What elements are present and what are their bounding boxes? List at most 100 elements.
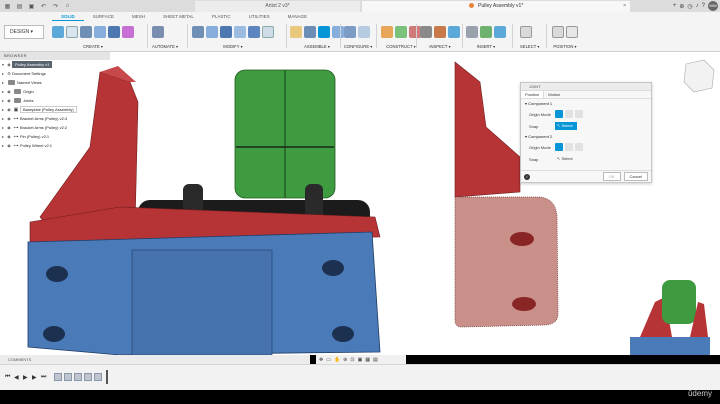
new-component-assemble-icon[interactable] xyxy=(290,26,302,38)
sketch-icon[interactable] xyxy=(66,26,78,38)
orbit-icon[interactable]: ✥ xyxy=(319,357,323,363)
browser-item-pin[interactable]: ▸ ◉ ⊶ Pin (Pulley) v2:1 xyxy=(0,132,110,141)
construct-menu[interactable]: CONSTRUCT ▾ xyxy=(381,44,421,49)
simple-origin-icon[interactable] xyxy=(555,110,563,118)
shell-icon[interactable] xyxy=(234,26,246,38)
ok-button[interactable]: OK xyxy=(602,172,621,181)
tab-surface[interactable]: SURFACE xyxy=(84,13,123,21)
fillet-icon[interactable] xyxy=(206,26,218,38)
timeline-feature[interactable] xyxy=(84,373,92,381)
browser-item-bracket-arms-4[interactable]: ▸ ◉ ⊶ Bracket Arms (Pulley) v2:4 xyxy=(0,114,110,123)
extensions-icon[interactable]: ⊕ xyxy=(679,3,684,10)
go-to-start-icon[interactable]: ⏮ xyxy=(5,374,10,381)
simple-origin-icon[interactable] xyxy=(555,143,563,151)
capture-position-icon[interactable] xyxy=(552,26,564,38)
browser-item-document-settings[interactable]: ▸ ⚙ Document Settings xyxy=(0,69,110,78)
browser-item-named-views[interactable]: ▸ Named Views xyxy=(0,78,110,87)
configure-rule-icon[interactable] xyxy=(358,26,370,38)
select-menu[interactable]: SELECT ▾ xyxy=(520,44,539,49)
two-edge-intersection-icon[interactable] xyxy=(575,110,583,118)
tab-utilities[interactable]: UTILITIES xyxy=(240,13,279,21)
tab-manage[interactable]: MANAGE xyxy=(279,13,317,21)
new-tab-icon[interactable]: + xyxy=(673,3,677,9)
joint-icon[interactable] xyxy=(304,26,316,38)
revolve-icon[interactable] xyxy=(94,26,106,38)
document-tab-active[interactable]: Pulley Assembly v1* × xyxy=(362,1,630,12)
info-icon[interactable]: i xyxy=(524,174,530,180)
automate-menu[interactable]: AUTOMATE ▾ xyxy=(152,44,178,49)
grid-icon[interactable]: ▦ xyxy=(365,357,370,363)
component2-section-header[interactable]: ▾ Component 2 xyxy=(521,132,651,141)
go-to-end-icon[interactable]: ⏭ xyxy=(41,374,46,381)
tab-sheet-metal[interactable]: SHEET METAL xyxy=(154,13,203,21)
file-icon[interactable]: ▤ xyxy=(15,2,24,11)
home-icon[interactable]: ⌂ xyxy=(63,2,72,11)
browser-item-pulley-wheel[interactable]: ▸ ◉ ⊶ Pulley Wheel v2:1 xyxy=(0,141,110,150)
visibility-icon[interactable]: ◉ xyxy=(6,125,12,130)
workspace-switcher[interactable]: DESIGN ▾ xyxy=(4,25,44,39)
configure-menu[interactable]: CONFIGURE ▾ xyxy=(344,44,372,49)
assemble-menu[interactable]: ASSEMBLE ▾ xyxy=(290,44,344,49)
select-cursor-icon[interactable] xyxy=(520,26,532,38)
tab-plastic[interactable]: PLASTIC xyxy=(203,13,240,21)
between-two-faces-icon[interactable] xyxy=(565,110,573,118)
cancel-button[interactable]: Cancel xyxy=(623,172,648,181)
timeline-feature[interactable] xyxy=(74,373,82,381)
timeline-feature[interactable] xyxy=(64,373,72,381)
inspect-menu[interactable]: INSPECT ▾ xyxy=(420,44,460,49)
revert-position-icon[interactable] xyxy=(566,26,578,38)
step-forward-icon[interactable]: ▶ xyxy=(32,374,37,381)
visibility-icon[interactable]: ◉ xyxy=(6,89,12,94)
form-icon[interactable] xyxy=(122,26,134,38)
between-two-faces-icon[interactable] xyxy=(565,143,573,151)
position-menu[interactable]: POSITION ▾ xyxy=(552,44,578,49)
component2-snap-select[interactable]: ↖ Select xyxy=(555,155,575,163)
viewports-icon[interactable]: ▤ xyxy=(373,357,378,363)
joint-origin-icon[interactable] xyxy=(332,26,344,38)
browser-item-bracket-arms-2[interactable]: ▸ ◉ ⊶ Bracket Arms (Pulley) v2:2 xyxy=(0,123,110,132)
browser-item-origin[interactable]: ▸ ◉ Origin xyxy=(0,87,110,96)
close-tab-icon[interactable]: × xyxy=(623,1,626,12)
clock-icon[interactable]: ◷ xyxy=(687,3,692,10)
component1-snap-select[interactable]: ↖ Select xyxy=(555,122,577,130)
pan-icon[interactable]: ✋ xyxy=(334,357,340,363)
visibility-icon[interactable]: ◉ xyxy=(6,98,12,103)
undo-icon[interactable]: ↶ xyxy=(39,2,48,11)
axis-icon[interactable] xyxy=(395,26,407,38)
browser-root-item[interactable]: ▾ ◉ Pulley Assembly v1 xyxy=(0,60,110,69)
bell-icon[interactable]: ♪ xyxy=(696,3,699,9)
section-analysis-icon[interactable] xyxy=(448,26,460,38)
visibility-icon[interactable]: ◉ xyxy=(6,143,12,148)
redo-icon[interactable]: ↷ xyxy=(51,2,60,11)
insert-image-icon[interactable] xyxy=(480,26,492,38)
tab-mesh[interactable]: MESH xyxy=(123,13,154,21)
extrude-icon[interactable] xyxy=(80,26,92,38)
visibility-icon[interactable]: ◉ xyxy=(6,107,12,112)
press-pull-icon[interactable] xyxy=(192,26,204,38)
insert-derive-icon[interactable] xyxy=(466,26,478,38)
interference-icon[interactable] xyxy=(434,26,446,38)
modify-menu[interactable]: MODIFY ▾ xyxy=(192,44,274,49)
component1-section-header[interactable]: ▾ Component 1 xyxy=(521,99,651,108)
chevron-right-icon[interactable]: ▸ xyxy=(0,80,6,85)
visibility-icon[interactable]: ◉ xyxy=(6,134,12,139)
help-icon[interactable]: ? xyxy=(702,3,705,9)
browser-header[interactable]: BROWSER xyxy=(0,52,110,60)
measure-icon[interactable] xyxy=(420,26,432,38)
hole-icon[interactable] xyxy=(108,26,120,38)
tab-solid[interactable]: SOLID xyxy=(52,13,84,21)
insert-menu[interactable]: INSERT ▾ xyxy=(466,44,506,49)
timeline-feature[interactable] xyxy=(54,373,62,381)
automate-icon[interactable] xyxy=(152,26,164,38)
move-copy-icon[interactable] xyxy=(262,26,274,38)
timeline-marker[interactable] xyxy=(106,370,108,384)
combine-icon[interactable] xyxy=(248,26,260,38)
save-icon[interactable]: ▣ xyxy=(27,2,36,11)
visibility-icon[interactable]: ◉ xyxy=(6,116,12,121)
configure-table-icon[interactable] xyxy=(344,26,356,38)
step-back-icon[interactable]: ◀ xyxy=(14,374,19,381)
new-component-icon[interactable] xyxy=(52,26,64,38)
joint-dialog-header[interactable]: JOINT xyxy=(521,83,651,91)
browser-item-baseplate[interactable]: ▸ ◉ ▣ Baseplate (Pulley Assembly) xyxy=(0,105,110,114)
avatar[interactable]: WW xyxy=(708,1,718,11)
